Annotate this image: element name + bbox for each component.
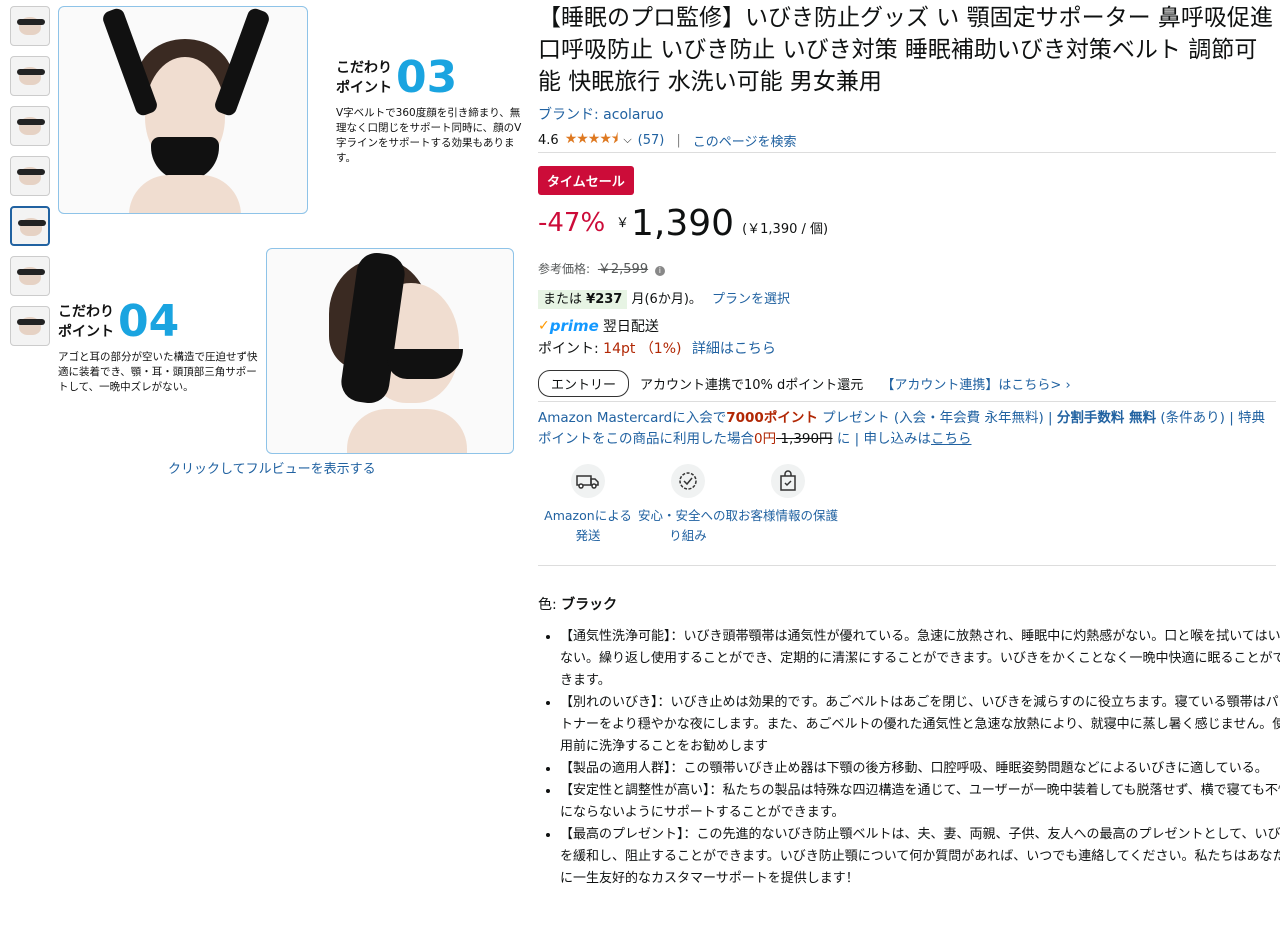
card-offer[interactable]: Amazon Mastercardに入会で7000ポイント プレゼント (入会・… — [538, 408, 1276, 450]
card-offer-points: 7000ポイント — [726, 410, 818, 426]
reference-price-value: ￥2,599 — [597, 262, 649, 277]
product-photo-front — [58, 6, 308, 214]
installment-prefix: または — [543, 292, 583, 307]
price-value: 1,390 — [631, 203, 735, 244]
thumbnail-4[interactable] — [10, 156, 50, 196]
thumbnail-2[interactable] — [10, 56, 50, 96]
thumbnail-7[interactable] — [10, 306, 50, 346]
safety-initiative[interactable]: 安心・安全への取り組み — [638, 464, 738, 546]
thumbnail-3[interactable] — [10, 106, 50, 146]
star-rating-icon[interactable]: ★★★★⯨ — [565, 128, 619, 152]
rating-row: 4.6 ★★★★⯨ ⌵ (57) | このページを検索 — [538, 128, 796, 152]
info-icon[interactable]: i — [654, 266, 665, 276]
feature-bullet: 【別れのいびき】：いびき止めは効果的です。あごベルトはあごを閉じ、いびきを減らす… — [560, 692, 1280, 758]
point3-label: こだわり ポイント — [336, 60, 392, 96]
rating-separator: | — [676, 132, 681, 148]
feature-bullet: 【通気性洗浄可能】：いびき頭帯顎帯は通気性が優れている。急速に放熱され、睡眠中に… — [560, 626, 1280, 692]
installment-amount: ¥237 — [586, 292, 623, 307]
search-page-link[interactable]: このページを検索 — [693, 131, 797, 150]
entry-button[interactable]: エントリー — [538, 370, 630, 397]
privacy-protection[interactable]: お客様情報の保護 — [738, 464, 838, 546]
feature-bullet: 【安定性と調整性が高い】：私たちの製品は特殊な四辺構造を通じて、ユーザーが一晩中… — [560, 780, 1280, 824]
fulfilled-by-amazon[interactable]: Amazonによる発送 — [538, 464, 638, 546]
card-offer-fee: 分割手数料 無料 — [1056, 410, 1157, 426]
point4-description: アゴと耳の部分が空いた構造で圧迫せず快適に装着でき、顎・耳・頭頂部三角サポートし… — [58, 351, 258, 393]
account-link[interactable]: 【アカウント連携】はこちら> › — [881, 378, 1070, 393]
truck-icon — [571, 464, 605, 498]
currency-symbol: ￥ — [616, 216, 630, 231]
product-photo-side — [266, 248, 514, 454]
thumbnail-strip — [10, 6, 54, 356]
card-offer-text-2: プレゼント (入会・年会費 永年無料) | — [817, 410, 1057, 426]
dpoint-text: アカウント連携で10% dポイント還元 — [640, 378, 864, 393]
reference-price-label: 参考価格: — [538, 262, 591, 276]
bag-check-icon — [771, 464, 805, 498]
brand-link[interactable]: ブランド: acolaruo — [538, 104, 664, 124]
delivery-text: 翌日配送 — [602, 319, 659, 335]
card-offer-zero: 0円 — [754, 431, 777, 447]
prime-logo: prime — [549, 317, 599, 335]
main-product-image[interactable]: こだわり ポイント 03 V字ベルトで360度顔を引き締まり、無理なく口閉じをサ… — [58, 4, 521, 454]
price-block: ￥ 1,390 (￥1,390 / 個) — [616, 204, 828, 244]
point3-number: 03 — [396, 52, 458, 103]
feature-bullet: 【製品の適用人群】：この顎帯いびき止め器は下顎の後方移動、口腔呼吸、睡眠姿勢問題… — [560, 758, 1280, 780]
point4-label: こだわり ポイント — [58, 304, 114, 340]
prime-check-icon: ✓ — [538, 318, 550, 334]
trust-label-2: 安心・安全への取り組み — [638, 508, 739, 543]
installment-row: または ¥237 月(6か月)。 プランを選択 — [538, 288, 790, 309]
card-offer-strike: 1,390円 — [776, 431, 833, 447]
point3-description: V字ベルトで360度顔を引き締まり、無理なく口閉じをサポート同時に、顔のV字ライ… — [336, 107, 522, 164]
trust-label-1: Amazonによる発送 — [544, 508, 632, 543]
unit-price: (￥1,390 / 個) — [742, 222, 829, 237]
points-value: 14pt （1%) — [603, 341, 682, 357]
card-offer-text: Amazon Mastercardに入会で — [538, 410, 727, 426]
review-count-link[interactable]: (57) — [638, 133, 665, 148]
chevron-down-icon[interactable]: ⌵ — [623, 133, 631, 147]
prime-row: ✓ prime 翌日配送 — [538, 316, 659, 336]
card-offer-text-4: に | 申し込みは — [832, 431, 931, 447]
point4-number: 04 — [118, 296, 180, 347]
feature-bullets: 【通気性洗浄可能】：いびき頭帯顎帯は通気性が優れている。急速に放熱され、睡眠中に… — [540, 626, 1280, 890]
shield-badge-icon — [671, 464, 705, 498]
installment-box: または ¥237 — [538, 290, 628, 309]
feature-bullet: 【最高のプレゼント】：この先進的ないびき防止顎ベルトは、夫、妻、両親、子供、友人… — [560, 824, 1280, 890]
divider — [538, 565, 1276, 566]
product-title: 【睡眠のプロ監修】いびき防止グッズ い 顎固定サポーター 鼻呼吸促進 口呼吸防止… — [538, 5, 1273, 95]
color-row: 色: ブラック — [538, 594, 617, 614]
divider — [538, 401, 1276, 402]
dpoint-row: アカウント連携で10% dポイント還元 【アカウント連携】はこちら> › — [640, 374, 1071, 393]
color-value: ブラック — [561, 597, 618, 613]
full-view-link[interactable]: クリックしてフルビューを表示する — [168, 458, 376, 477]
rating-value: 4.6 — [538, 132, 559, 148]
color-label: 色: — [538, 597, 557, 613]
card-apply-link[interactable]: こちら — [931, 431, 972, 447]
divider — [538, 152, 1276, 153]
trust-icons: Amazonによる発送 安心・安全への取り組み お客様情報の保護 — [538, 464, 838, 546]
thumbnail-6[interactable] — [10, 256, 50, 296]
points-row: ポイント: 14pt （1%) 詳細はこちら — [538, 338, 776, 358]
installment-suffix: 月(6か月)。 — [631, 292, 702, 307]
discount-percent: -47% — [538, 208, 606, 238]
time-sale-badge: タイムセール — [538, 166, 634, 195]
reference-price: 参考価格: ￥2,599 i — [538, 258, 665, 277]
points-label: ポイント: — [538, 341, 599, 357]
trust-label-3: お客様情報の保護 — [738, 508, 839, 523]
points-details-link[interactable]: 詳細はこちら — [692, 341, 776, 357]
thumbnail-1[interactable] — [10, 6, 50, 46]
select-plan-link[interactable]: プランを選択 — [712, 292, 790, 307]
thumbnail-5-selected[interactable] — [10, 206, 50, 246]
